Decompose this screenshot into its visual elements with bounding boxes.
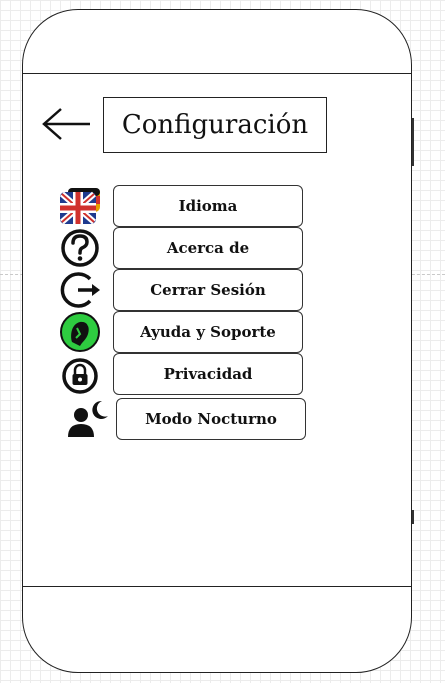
side-button-mark [412, 118, 414, 166]
ayuda-soporte-label: Ayuda y Soporte [140, 323, 276, 341]
acerca-de-label: Acerca de [166, 239, 250, 257]
idioma-button[interactable]: Idioma [113, 185, 303, 227]
header-divider [23, 73, 411, 74]
modo-nocturno-button[interactable]: Modo Nocturno [116, 398, 306, 440]
page-title: Configuración [103, 97, 327, 153]
cerrar-sesion-label: Cerrar Sesión [150, 281, 266, 299]
phone-frame: Configuración Idioma Acerca de Cerrar Se… [22, 9, 412, 673]
support-headset-icon [58, 312, 102, 352]
lock-icon [58, 355, 102, 395]
privacidad-label: Privacidad [163, 365, 253, 383]
footer-divider [23, 586, 411, 587]
acerca-de-button[interactable]: Acerca de [113, 227, 303, 269]
privacidad-button[interactable]: Privacidad [113, 353, 303, 395]
side-button-mark [412, 510, 414, 524]
night-mode-icon [65, 398, 109, 438]
ayuda-soporte-button[interactable]: Ayuda y Soporte [113, 311, 303, 353]
back-button[interactable] [41, 107, 93, 141]
language-flag-icon [58, 186, 102, 226]
logout-icon [58, 270, 102, 310]
idioma-label: Idioma [178, 197, 238, 215]
modo-nocturno-label: Modo Nocturno [145, 410, 277, 428]
arrow-left-icon [42, 108, 90, 140]
cerrar-sesion-button[interactable]: Cerrar Sesión [113, 269, 303, 311]
question-icon [58, 228, 102, 268]
